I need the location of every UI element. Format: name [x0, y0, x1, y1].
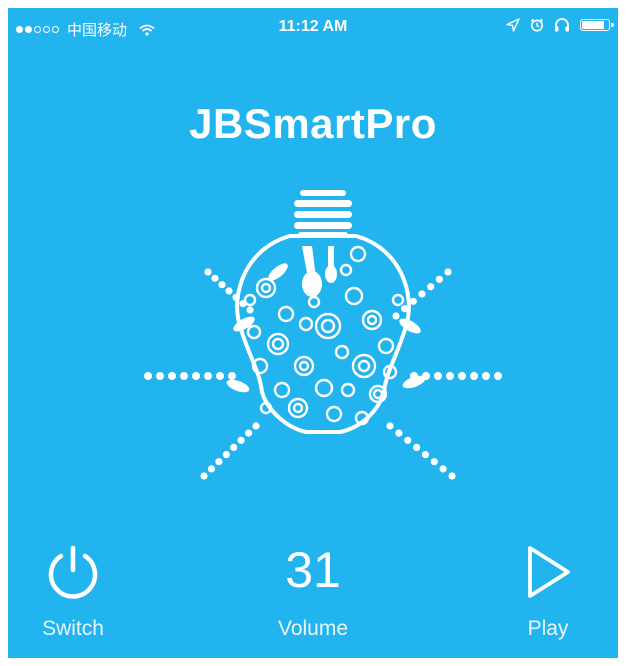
headphones-icon	[555, 18, 569, 32]
play-button[interactable]: Play	[473, 540, 618, 640]
power-icon	[48, 545, 98, 599]
status-bar-right	[506, 18, 614, 32]
switch-label: Switch	[42, 617, 104, 640]
play-label: Play	[527, 617, 569, 640]
location-arrow-icon	[506, 18, 520, 32]
switch-button[interactable]: Switch	[8, 540, 148, 640]
status-bar: 中国移动 11:12 AM	[8, 8, 618, 48]
battery-icon	[580, 19, 614, 31]
alarm-icon	[530, 18, 544, 32]
lightbulb-icon	[144, 190, 502, 480]
app-screen: 中国移动 11:12 AM JBSmartPro Switch 31 Volum…	[8, 8, 618, 658]
volume-control[interactable]: 31 Volume	[238, 540, 388, 640]
app-title: JBSmartPro	[189, 100, 437, 147]
play-icon	[528, 546, 570, 598]
volume-value: 31	[285, 542, 341, 598]
volume-label: Volume	[277, 617, 349, 640]
